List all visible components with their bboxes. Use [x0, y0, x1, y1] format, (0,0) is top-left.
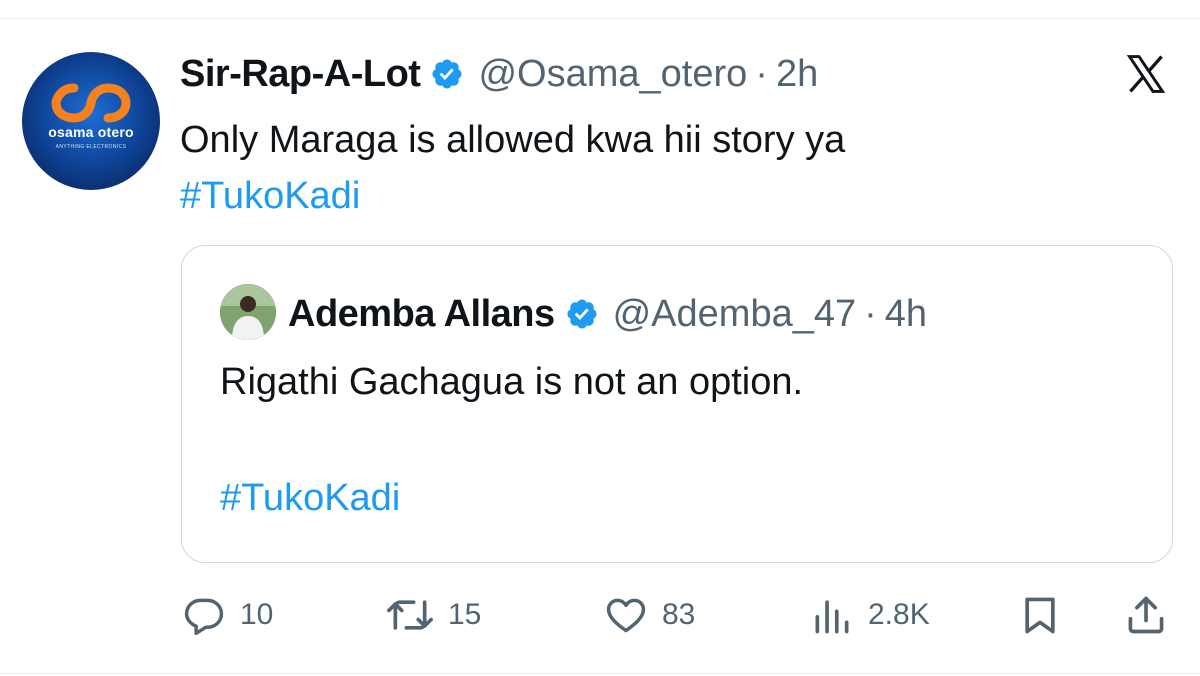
- author-handle[interactable]: @Osama_otero: [478, 53, 747, 96]
- quoted-tweet-hashtag-link[interactable]: #TukoKadi: [220, 477, 400, 520]
- repost-button[interactable]: 15: [386, 590, 481, 640]
- repost-count: 15: [448, 598, 482, 631]
- bookmark-button[interactable]: [1018, 590, 1062, 640]
- top-divider: [0, 18, 1200, 19]
- view-count: 2.8K: [868, 598, 930, 631]
- infinity-logo-icon: [51, 83, 131, 123]
- quoted-author-avatar[interactable]: [220, 284, 276, 340]
- avatar-brand-subtext: ANYTHING ELECTRONICS: [55, 144, 127, 150]
- quoted-tweet-text: Rigathi Gachagua is not an option.: [220, 361, 804, 403]
- separator-dot: ·: [864, 292, 877, 335]
- separator-dot: ·: [755, 52, 768, 95]
- heart-icon: [606, 598, 646, 633]
- like-button[interactable]: 83: [604, 590, 695, 640]
- tweet-text: Only Maraga is allowed kwa hii story ya …: [180, 112, 1080, 224]
- repost-icon: [387, 600, 433, 630]
- verified-badge-icon[interactable]: [565, 297, 599, 331]
- verified-badge-icon[interactable]: [430, 57, 464, 91]
- person-photo-icon: [220, 284, 276, 340]
- quoted-tweet-card[interactable]: Ademba Allans @Ademba_47 · 4h Rigathi Ga…: [181, 245, 1173, 563]
- quoted-author-display-name[interactable]: Ademba Allans: [288, 293, 555, 336]
- author-display-name[interactable]: Sir-Rap-A-Lot: [180, 53, 421, 96]
- reply-button[interactable]: 10: [182, 590, 273, 640]
- quoted-tweet-header: Ademba Allans @Ademba_47 · 4h: [288, 288, 927, 340]
- bookmark-icon: [1025, 597, 1055, 634]
- tweet-hashtag-link[interactable]: #TukoKadi: [180, 168, 1080, 224]
- quoted-tweet-timestamp[interactable]: 4h: [885, 293, 927, 336]
- like-count: 83: [662, 598, 696, 631]
- share-button[interactable]: [1124, 590, 1168, 640]
- author-avatar[interactable]: osama otero ANYTHING ELECTRONICS: [22, 52, 160, 190]
- views-button[interactable]: 2.8K: [810, 590, 930, 640]
- bottom-divider: [0, 673, 1200, 674]
- tweet-body-text: Only Maraga is allowed kwa hii story ya: [180, 119, 846, 161]
- x-logo-icon: [1126, 55, 1166, 93]
- tweet-header: Sir-Rap-A-Lot @Osama_otero · 2h: [180, 50, 818, 98]
- avatar-brand-text: osama otero: [48, 124, 134, 140]
- reply-count: 10: [240, 598, 274, 631]
- tweet-action-bar: 10 15 83 2.8K: [0, 590, 1200, 640]
- tweet-timestamp[interactable]: 2h: [776, 53, 818, 96]
- views-chart-icon: [815, 600, 849, 634]
- quoted-author-handle[interactable]: @Ademba_47: [613, 293, 857, 336]
- share-icon: [1128, 596, 1164, 634]
- reply-icon: [184, 598, 224, 636]
